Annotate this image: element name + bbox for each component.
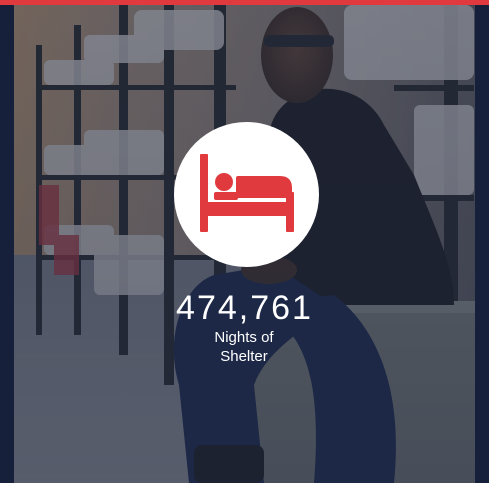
- stat-card-frame: 474,761 Nights of Shelter: [0, 0, 489, 483]
- bed-icon: [200, 154, 294, 232]
- stat-card: 474,761 Nights of Shelter: [14, 5, 475, 483]
- stat-label: Nights of Shelter: [214, 329, 274, 365]
- stat-value: 474,761: [176, 289, 313, 327]
- icon-badge: [174, 122, 319, 267]
